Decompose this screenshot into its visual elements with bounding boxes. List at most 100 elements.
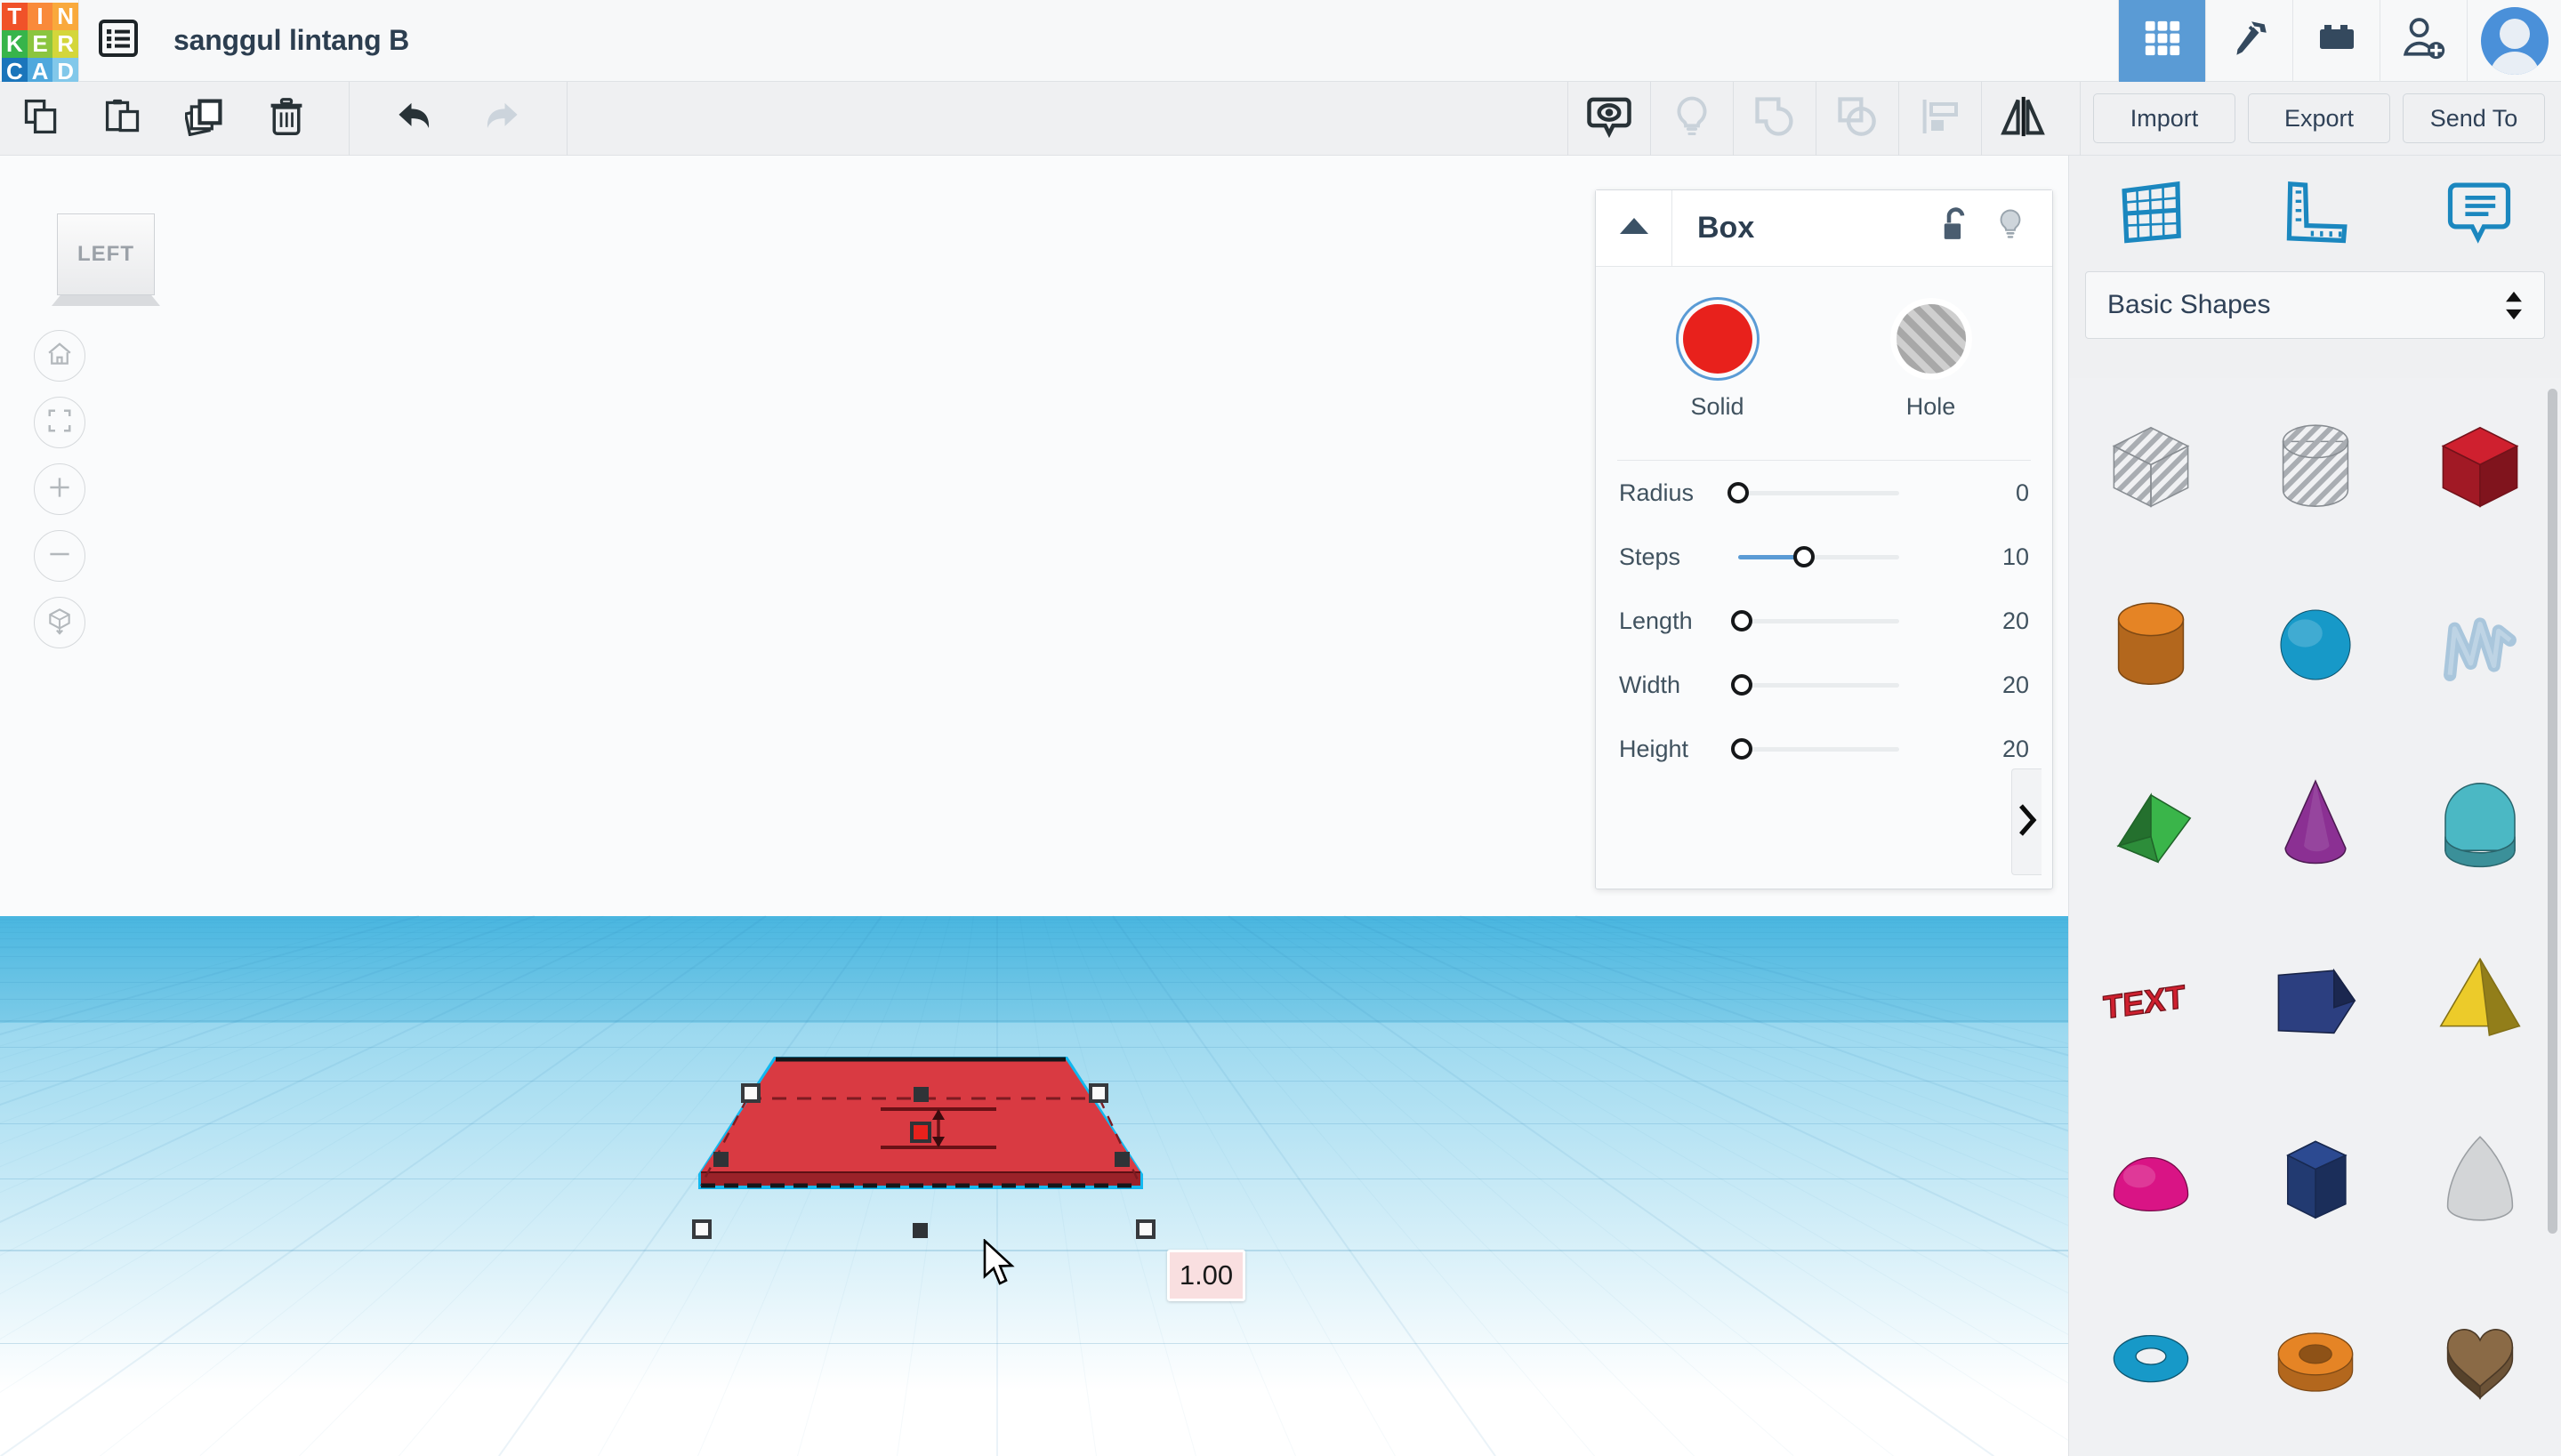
shape-text[interactable]: TEXT xyxy=(2069,912,2234,1090)
redo-button[interactable] xyxy=(458,82,540,156)
properties-collapse-button[interactable] xyxy=(1596,189,1672,267)
notes-button[interactable] xyxy=(2397,177,2561,251)
shape-box[interactable] xyxy=(2397,378,2561,556)
group-button[interactable] xyxy=(1734,82,1816,156)
slider-track-length[interactable] xyxy=(1726,589,1976,653)
shape-hole-box[interactable] xyxy=(2069,378,2234,556)
notes-button[interactable] xyxy=(1568,82,1650,156)
shape-paraboloid[interactable] xyxy=(2397,1090,2561,1267)
light-button[interactable] xyxy=(1651,82,1733,156)
sidebar-toggle-button[interactable] xyxy=(2011,768,2042,875)
grid-line-horizontal xyxy=(0,956,2068,957)
slider-value[interactable]: 20 xyxy=(1976,736,2029,763)
resize-handle-top-right[interactable] xyxy=(1089,1083,1108,1103)
shape-hole-cylinder[interactable] xyxy=(2234,378,2398,556)
slider-knob-width[interactable] xyxy=(1731,674,1752,696)
shape-heart[interactable] xyxy=(2397,1267,2561,1445)
shape-dome[interactable] xyxy=(2069,1090,2234,1267)
duplicate-button[interactable] xyxy=(164,82,246,156)
shape-category-select[interactable]: Basic Shapes xyxy=(2085,271,2545,339)
slider-track-height[interactable] xyxy=(1726,717,1976,781)
slider-knob-length[interactable] xyxy=(1731,610,1752,631)
height-dimension-input[interactable]: 1.00 xyxy=(1167,1250,1245,1301)
shape-cone[interactable] xyxy=(2234,734,2398,912)
align-button[interactable] xyxy=(1899,82,1981,156)
shape-pyramid[interactable] xyxy=(2397,912,2561,1090)
copy-button[interactable] xyxy=(0,82,82,156)
shapes-scrollbar[interactable] xyxy=(2548,389,2557,1234)
logo-tile-i: I xyxy=(27,2,53,30)
ruler-button[interactable] xyxy=(2233,177,2396,251)
resize-handle-top-left[interactable] xyxy=(741,1083,761,1103)
zoom-in-button[interactable] xyxy=(34,463,85,515)
note-callout-icon xyxy=(2444,177,2514,251)
slider-track-bg xyxy=(1738,618,1899,623)
grid-line-horizontal xyxy=(0,932,2068,933)
slider-value[interactable]: 20 xyxy=(1976,672,2029,699)
shape-cylinder[interactable] xyxy=(2069,556,2234,734)
invite-button[interactable] xyxy=(2380,0,2467,82)
duplicate-icon xyxy=(183,97,224,141)
fit-to-view-button[interactable] xyxy=(34,397,85,448)
divider xyxy=(349,81,350,156)
minecraft-button[interactable] xyxy=(2205,0,2292,82)
shape-roof[interactable] xyxy=(2069,734,2234,912)
profile-button[interactable] xyxy=(2467,0,2561,82)
shape-torus[interactable] xyxy=(2069,1267,2234,1445)
shape-sphere[interactable] xyxy=(2234,556,2398,734)
slider-track-steps[interactable] xyxy=(1726,525,1976,589)
shape-half-cylinder[interactable] xyxy=(2397,734,2561,912)
unlock-icon[interactable] xyxy=(1938,207,1972,249)
shape-type-solid[interactable]: Solid xyxy=(1664,304,1771,421)
zoom-out-icon xyxy=(46,541,73,572)
resize-handle-bottom-right[interactable] xyxy=(1136,1219,1156,1239)
view-cube[interactable]: LEFT xyxy=(52,213,160,310)
slider-knob-radius[interactable] xyxy=(1727,482,1749,503)
shape-tube[interactable] xyxy=(2234,1267,2398,1445)
tinkercad-app: TINKERCAD sanggul lintang B Import Expor… xyxy=(0,0,2561,1456)
minecraft-pickaxe-icon xyxy=(2227,16,2272,65)
delete-button[interactable] xyxy=(246,82,327,156)
slider-knob-height[interactable] xyxy=(1731,738,1752,760)
workplane-button[interactable] xyxy=(2069,177,2233,251)
blocks-button[interactable] xyxy=(2292,0,2380,82)
shape-type-hole[interactable]: Hole xyxy=(1878,304,1985,421)
slider-track-width[interactable] xyxy=(1726,653,1976,717)
shape-hex-prism[interactable] xyxy=(2234,1090,2398,1267)
hole-swatch-icon xyxy=(1896,304,1966,374)
slider-value[interactable]: 20 xyxy=(1976,607,2029,635)
designs-list-button[interactable] xyxy=(79,0,157,82)
design-title[interactable]: sanggul lintang B xyxy=(173,24,409,57)
resize-handle-top-center[interactable] xyxy=(914,1087,929,1102)
grid-apps-button[interactable] xyxy=(2118,0,2205,82)
lightbulb-icon[interactable] xyxy=(1993,207,2027,249)
ungroup-button[interactable] xyxy=(1816,82,1898,156)
export-button[interactable]: Export xyxy=(2248,93,2390,143)
shape-wedge[interactable] xyxy=(2234,912,2398,1090)
paste-button[interactable] xyxy=(82,82,164,156)
height-drag-handle[interactable] xyxy=(910,1122,931,1143)
resize-handle-mid-right[interactable] xyxy=(1115,1152,1130,1167)
undo-button[interactable] xyxy=(376,82,458,156)
slider-knob-steps[interactable] xyxy=(1793,546,1815,567)
lego-brick-icon xyxy=(2315,17,2358,64)
grid-line-horizontal xyxy=(0,1343,2068,1344)
zoom-out-button[interactable] xyxy=(34,530,85,582)
tinkercad-logo[interactable]: TINKERCAD xyxy=(2,2,78,85)
import-button[interactable]: Import xyxy=(2093,93,2235,143)
redo-icon xyxy=(476,93,522,144)
workplane-icon xyxy=(2116,177,2186,251)
resize-handle-bottom-center[interactable] xyxy=(913,1223,928,1238)
resize-handle-bottom-left[interactable] xyxy=(692,1219,712,1239)
home-view-button[interactable] xyxy=(34,330,85,382)
resize-handle-mid-left[interactable] xyxy=(713,1152,729,1167)
slider-value[interactable]: 10 xyxy=(1976,543,2029,571)
slider-track-radius[interactable] xyxy=(1726,461,1976,525)
mirror-button[interactable] xyxy=(1982,82,2064,156)
send-to-button[interactable]: Send To xyxy=(2403,93,2545,143)
shape-scribble[interactable] xyxy=(2397,556,2561,734)
slider-row-radius: Radius 0 xyxy=(1596,461,2052,525)
ortho-perspective-button[interactable] xyxy=(34,597,85,648)
shape-type-label: Hole xyxy=(1905,393,1956,420)
slider-value[interactable]: 0 xyxy=(1976,479,2029,507)
